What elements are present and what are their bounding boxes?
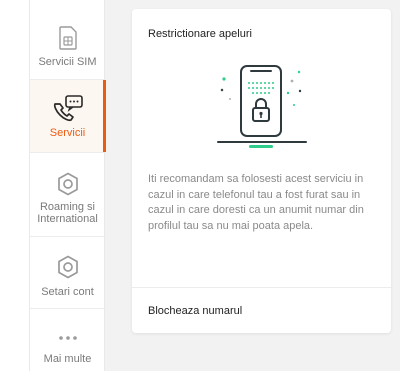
sidebar-nav: Servicii SIM Servicii Roaming si Interna…	[29, 0, 106, 371]
block-number-button[interactable]: Blocheaza numarul	[148, 305, 242, 317]
hexagon-settings-icon	[57, 255, 78, 279]
card-divider	[132, 287, 391, 288]
sidebar-item-servicii-sim[interactable]: Servicii SIM	[30, 0, 105, 80]
sidebar-item-label: Mai multe	[43, 353, 92, 365]
sidebar-item-servicii[interactable]: Servicii	[30, 80, 106, 153]
call-restriction-card: Restrictionare apeluri Iti recomandam sa…	[132, 9, 391, 333]
sim-card-icon	[58, 26, 77, 50]
sidebar-item-label: Setari cont	[41, 286, 94, 298]
hexagon-settings-icon	[57, 172, 78, 196]
sidebar-item-label: Roaming si International	[37, 201, 98, 225]
card-title: Restrictionare apeluri	[148, 28, 252, 40]
sidebar-item-label: Servicii	[49, 127, 86, 139]
sidebar-item-label: Servicii SIM	[38, 56, 97, 68]
more-dots-icon	[58, 336, 77, 340]
card-description: Iti recomandam sa folosesti acest servic…	[148, 173, 364, 232]
sidebar-item-roaming[interactable]: Roaming si International	[30, 153, 105, 237]
phone-chat-icon	[53, 95, 83, 122]
sidebar-item-setari-cont[interactable]: Setari cont	[30, 237, 105, 309]
locked-phone-icon	[217, 65, 307, 148]
sidebar-item-mai-multe[interactable]: Mai multe	[30, 309, 105, 371]
